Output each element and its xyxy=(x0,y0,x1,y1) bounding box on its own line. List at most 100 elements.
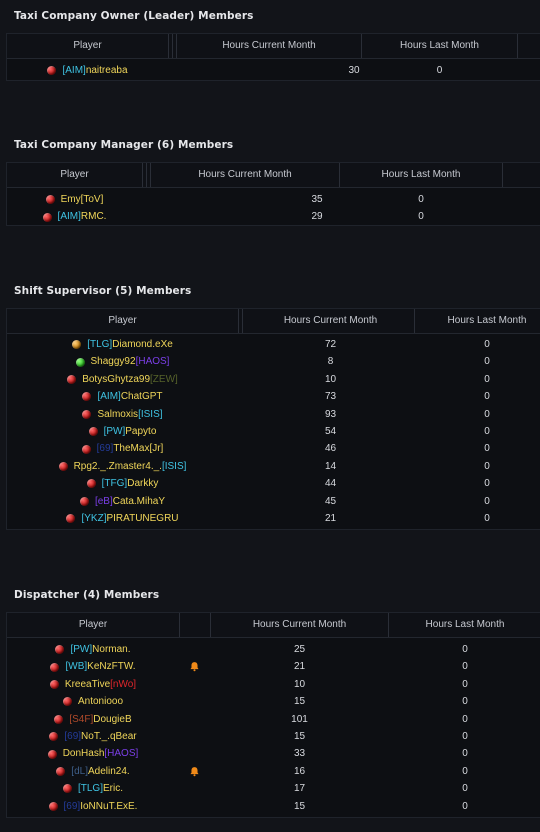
clan-tag: [69] xyxy=(64,730,82,742)
player-name[interactable]: DougieB xyxy=(93,711,131,728)
table-row[interactable]: [WB] KeNzFTW. 21 0 xyxy=(7,658,540,675)
table-row[interactable]: [TLG] Diamond.eXe 72 0 xyxy=(7,336,540,353)
player-name[interactable]: Papyto xyxy=(125,423,156,440)
table-row[interactable]: Salmoxis [ISIS] 93 0 xyxy=(7,406,540,423)
player-name[interactable]: ChatGPT xyxy=(121,388,163,405)
column-header-player[interactable]: Player xyxy=(7,34,168,58)
player-cell: [eB] Cata.MihaY xyxy=(7,493,238,510)
bell-icon[interactable] xyxy=(189,661,200,672)
player-name[interactable]: Cata.MihaY xyxy=(113,493,165,510)
red-dot-icon xyxy=(50,662,60,672)
player-cell: [S4F] DougieB xyxy=(7,711,179,728)
table-row[interactable]: [eB] Cata.MihaY 45 0 xyxy=(7,493,540,510)
column-header-player[interactable]: Player xyxy=(7,309,238,333)
table-row[interactable]: Rpg2._.Zmaster4._. [ISIS] 14 0 xyxy=(7,458,540,475)
table-row[interactable]: [69] TheMax [Jr] 46 0 xyxy=(7,440,540,457)
hours-last-cell: 0 xyxy=(462,713,468,725)
clan-tag: [S4F] xyxy=(69,713,94,725)
column-header-player[interactable]: Player xyxy=(7,613,179,637)
player-name[interactable]: Shaggy92 xyxy=(91,353,136,370)
player-name[interactable]: NoT._.qBear xyxy=(81,728,137,745)
player-name[interactable]: TheMax xyxy=(113,440,149,457)
red-dot-icon xyxy=(86,479,96,489)
column-header-player[interactable]: Player xyxy=(7,163,142,187)
player-name[interactable]: Salmoxis xyxy=(97,406,138,423)
clan-tag: [PW] xyxy=(103,425,126,437)
table-row[interactable]: KreeaTive [nWo] 10 0 xyxy=(7,676,540,693)
column-divider xyxy=(517,34,518,58)
orange-dot-icon xyxy=(72,340,82,350)
column-header-hours-current[interactable]: Hours Current Month xyxy=(211,613,388,637)
clan-suffix: [ZEW] xyxy=(150,373,178,385)
table-row[interactable]: [AIM] RMC. 29 0 xyxy=(7,208,540,225)
table-row[interactable]: [PW] Papyto 54 0 xyxy=(7,423,540,440)
hours-current-cell: 15 xyxy=(293,730,306,742)
table-row[interactable]: Antoniooo 15 0 xyxy=(7,693,540,710)
player-name[interactable]: IoNNuT.ExE. xyxy=(80,798,137,815)
player-name[interactable]: Diamond.eXe xyxy=(112,336,173,353)
bell-icon[interactable] xyxy=(189,766,200,777)
column-header-hours-last[interactable]: Hours Last Month xyxy=(415,309,540,333)
table-header: Player Hours Current Month Hours Last Mo… xyxy=(7,309,540,334)
table-row[interactable]: [TFG] Darkky 44 0 xyxy=(7,475,540,492)
column-header-hours-last[interactable]: Hours Last Month xyxy=(389,613,540,637)
red-dot-icon xyxy=(67,374,77,384)
column-divider xyxy=(172,34,173,58)
section-title: Taxi Company Owner (Leader) Members xyxy=(14,10,254,22)
player-name[interactable]: Antoniooo xyxy=(78,693,123,710)
table-header: Player Hours Current Month Hours Last Mo… xyxy=(7,34,540,59)
hours-current-cell: 17 xyxy=(293,783,306,795)
column-header-hours-current[interactable]: Hours Current Month xyxy=(177,34,361,58)
player-name[interactable]: Eric. xyxy=(103,780,123,797)
hours-last-cell: 0 xyxy=(484,443,490,455)
table-row[interactable]: [AIM] ChatGPT 73 0 xyxy=(7,388,540,405)
hours-last-cell: 0 xyxy=(462,748,468,760)
clan-tag: [YKZ] xyxy=(81,512,107,524)
column-header-hours-current[interactable]: Hours Current Month xyxy=(151,163,339,187)
table-row[interactable]: Shaggy92 [HAOS] 8 0 xyxy=(7,353,540,370)
clan-suffix: [HAOS] xyxy=(135,356,170,368)
green-dot-icon xyxy=(75,357,85,367)
clan-suffix: [ISIS] xyxy=(138,408,163,420)
hours-last-cell: 0 xyxy=(484,460,490,472)
player-name[interactable]: KreeaTive xyxy=(65,676,110,693)
table-row[interactable]: BotysGhytza99 [ZEW] 10 0 xyxy=(7,371,540,388)
player-name[interactable]: Adelin24. xyxy=(88,763,130,780)
player-name[interactable]: RMC. xyxy=(81,208,107,225)
player-name[interactable]: Darkky xyxy=(127,475,158,492)
player-name[interactable]: Emy xyxy=(61,191,81,208)
player-name[interactable]: naitreaba xyxy=(86,62,128,79)
clan-tag: [eB] xyxy=(94,495,113,507)
player-name[interactable]: BotysGhytza99 xyxy=(82,371,150,388)
table-row[interactable]: [YKZ] PIRATUNEGRU 21 0 xyxy=(7,510,540,527)
table-row[interactable]: [AIM] naitreaba 30 0 xyxy=(7,62,540,79)
player-name[interactable]: DonHash xyxy=(63,745,105,762)
hours-current-cell: 8 xyxy=(327,356,334,368)
player-name[interactable]: PIRATUNEGRU xyxy=(106,510,178,527)
player-cell: [TLG] Diamond.eXe xyxy=(7,336,238,353)
clan-tag: [AIM] xyxy=(97,391,121,403)
player-cell: Antoniooo xyxy=(7,693,179,710)
column-divider xyxy=(502,163,503,187)
column-header-hours-last[interactable]: Hours Last Month xyxy=(362,34,517,58)
table-row[interactable]: [69] NoT._.qBear 15 0 xyxy=(7,728,540,745)
table-row[interactable]: [dL] Adelin24. 16 0 xyxy=(7,763,540,780)
table-row[interactable]: [PW] Norman. 25 0 xyxy=(7,641,540,658)
table-row[interactable]: [69] IoNNuT.ExE. 15 0 xyxy=(7,798,540,815)
player-name[interactable]: KeNzFTW. xyxy=(87,658,135,675)
table-row[interactable]: DonHash [HAOS] 33 0 xyxy=(7,745,540,762)
section-title: Dispatcher (4) Members xyxy=(14,589,160,601)
column-header-hours-current[interactable]: Hours Current Month xyxy=(243,309,418,333)
red-dot-icon xyxy=(79,496,89,506)
column-header-hours-last[interactable]: Hours Last Month xyxy=(340,163,502,187)
hours-last-cell: 0 xyxy=(484,478,490,490)
red-dot-icon xyxy=(88,427,98,437)
table-row[interactable]: [TLG] Eric. 17 0 xyxy=(7,780,540,797)
column-divider xyxy=(168,34,169,58)
player-name[interactable]: Norman. xyxy=(92,641,130,658)
hours-current-cell: 46 xyxy=(324,443,337,455)
player-name[interactable]: Rpg2._.Zmaster4._. xyxy=(74,458,162,475)
table-row[interactable]: [S4F] DougieB 101 0 xyxy=(7,711,540,728)
hours-last-cell: 0 xyxy=(418,211,424,223)
table-row[interactable]: Emy [ToV] 35 0 xyxy=(7,191,540,208)
